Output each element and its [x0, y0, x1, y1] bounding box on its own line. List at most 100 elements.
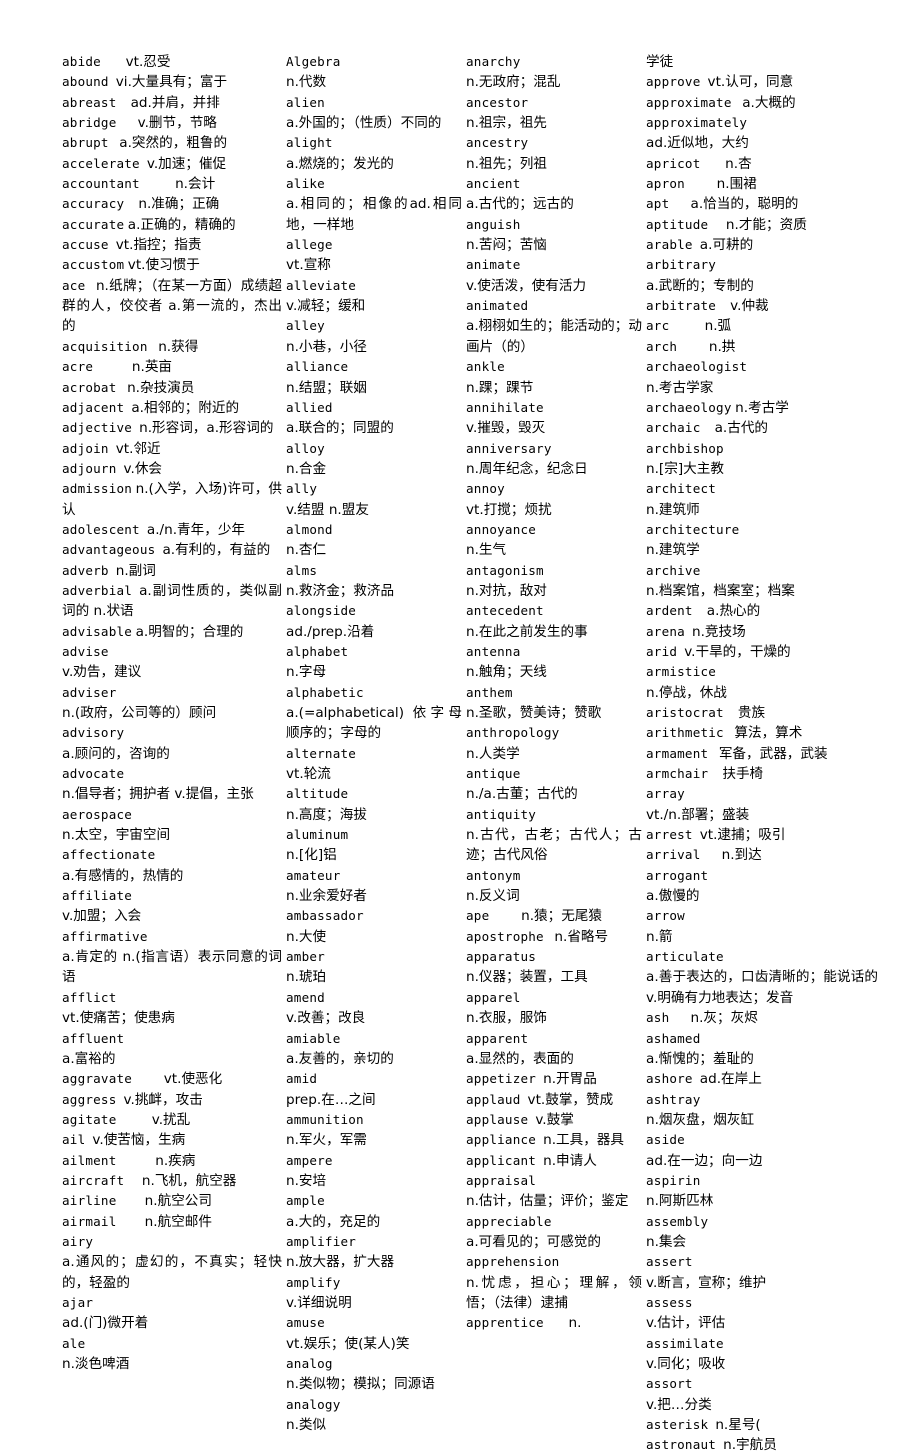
vocabulary-entry: abridge v.删节，节略: [62, 113, 282, 133]
vocabulary-entry: arid v.干旱的，干燥的: [646, 642, 878, 662]
entry-definition: ad.近似地，大约: [646, 135, 749, 152]
vocabulary-entry: allied: [286, 398, 462, 418]
vocabulary-entry: a.肯定的 n.(指言语）表示同意的词语: [62, 947, 282, 988]
entry-definition: ad.在一边；向一边: [646, 1152, 763, 1169]
entry-definition: n.太空，宇宙空间: [62, 827, 171, 844]
entry-spacer: [132, 1069, 164, 1089]
vocabulary-entry: affirmative: [62, 927, 282, 947]
entry-word: assembly: [646, 1213, 709, 1229]
entry-word: archaeologist: [646, 359, 748, 375]
vocabulary-entry: amuse: [286, 1313, 462, 1333]
vocabulary-entry: amiable: [286, 1029, 462, 1049]
entry-word: arbitrate: [646, 298, 717, 314]
entry-definition: n.估计，估量；评价；鉴定: [466, 1193, 629, 1210]
entry-word: alike: [286, 176, 325, 192]
vocabulary-entry: appreciable: [466, 1212, 642, 1232]
entry-definition: n.圣歌，赞美诗；赞歌: [466, 705, 602, 721]
entry-definition: n.竞技场: [691, 623, 746, 640]
entry-word: assert: [646, 1254, 693, 1270]
entry-definition: n.猿；无尾猿: [521, 908, 602, 925]
vocabulary-entry: amid: [286, 1069, 462, 1089]
entry-definition: n.类似: [286, 1417, 327, 1434]
entry-spacer: [700, 845, 721, 865]
vocabulary-entry: n.对抗，敌对: [466, 581, 642, 601]
entry-word: ancestor: [466, 94, 529, 110]
vocabulary-entry: ambassador: [286, 906, 462, 926]
vocabulary-entry: n.高度；海拔: [286, 805, 462, 825]
entry-word: apparatus: [466, 949, 537, 965]
vocabulary-entry: v.同化；吸收: [646, 1354, 878, 1374]
entry-word: adjoin: [62, 440, 109, 456]
vocabulary-entry: vt.使痛苦；使患病: [62, 1008, 282, 1028]
vocabulary-entry: n.踝；踝节: [466, 378, 642, 398]
entry-definition: a.有感情的，热情的: [62, 867, 184, 884]
entry-definition: n.大使: [286, 928, 327, 945]
vocabulary-entry: n.[化]铝: [286, 845, 462, 865]
vocabulary-entry: alms: [286, 561, 462, 581]
entry-definition: n.烟灰盘，烟灰缸: [646, 1111, 755, 1128]
entry-word: astronaut: [646, 1437, 717, 1453]
entry-definition: n.倡导者；拥护者 v.提倡，主张: [62, 786, 254, 803]
vocabulary-entry: aristocrat 贵族: [646, 703, 878, 723]
entry-definition: n.纸牌；（在某一方面）成绩超群的人，佼佼者 a.第一流的，杰出的: [62, 277, 282, 335]
entry-definition: a.外国的；（性质）不同的: [286, 115, 442, 132]
entry-word: ardent: [646, 603, 693, 619]
entry-definition: ad.并肩，并排: [130, 94, 220, 111]
vocabulary-entry: a.顾问的，咨询的: [62, 744, 282, 764]
vocabulary-entry: n.烟灰盘，烟灰缸: [646, 1110, 878, 1130]
entry-definition: a.相邻的；附近的: [131, 399, 240, 416]
vocabulary-entry: annoyance: [466, 520, 642, 540]
vocabulary-entry: v.减轻；缓和: [286, 296, 462, 316]
vocabulary-entry: assimilate: [646, 1334, 878, 1354]
entry-word: applaud: [466, 1091, 521, 1107]
vocabulary-entry: vt.娱乐；使(某人)笑: [286, 1334, 462, 1354]
vocabulary-entry: architecture: [646, 520, 878, 540]
entry-spacer: [116, 1212, 144, 1232]
entry-spacer: [685, 174, 717, 194]
entry-definition: n.杏: [725, 155, 752, 172]
entry-definition: a.有利的，有益的: [162, 542, 271, 559]
vocabulary-entry: n.淡色啤酒: [62, 1354, 282, 1374]
vocabulary-entry: affiliate: [62, 886, 282, 906]
entry-definition: n.琥珀: [286, 969, 327, 986]
vocabulary-entry: n.圣歌，赞美诗；赞歌: [466, 703, 642, 723]
entry-definition: a.傲慢的: [646, 888, 700, 905]
entry-spacer: [116, 459, 123, 479]
vocabulary-entry: aerospace: [62, 805, 282, 825]
vocabulary-entry: n.在此之前发生的事: [466, 622, 642, 642]
vocabulary-entry: n.代数: [286, 72, 462, 92]
vocabulary-entry: a.友善的，亲切的: [286, 1049, 462, 1069]
entry-word: apron: [646, 176, 685, 192]
entry-word: archive: [646, 562, 701, 578]
entry-word: ally: [286, 481, 318, 497]
entry-word: arrival: [646, 847, 701, 863]
entry-word: ancient: [466, 176, 521, 192]
vocabulary-entry: ashtray: [646, 1090, 878, 1110]
entry-definition: ad.(门)微开着: [62, 1315, 149, 1332]
vocabulary-entry: ammunition: [286, 1110, 462, 1130]
vocabulary-entry: anthropology: [466, 723, 642, 743]
entry-spacer: [116, 378, 127, 398]
vocabulary-entry: apprehension: [466, 1252, 642, 1272]
vocabulary-entry: alleviate: [286, 276, 462, 296]
entry-word: adverbial: [62, 582, 133, 598]
vocabulary-entry: analog: [286, 1354, 462, 1374]
vocabulary-entry: adjacent a.相邻的；附近的: [62, 398, 282, 418]
entry-word: applicant: [466, 1152, 537, 1168]
vocabulary-entry: n.建筑学: [646, 540, 878, 560]
vocabulary-entry: a.相同的；相像的ad.相同地，一样地: [286, 194, 462, 235]
vocabulary-entry: alphabetic: [286, 683, 462, 703]
entry-word: Algebra: [286, 54, 341, 69]
vocabulary-entry: a.(=alphabetical) 依字母顺序的；字母的: [286, 703, 462, 744]
entry-word: adjective: [62, 420, 133, 436]
vocabulary-entry: adjective n.形容词，a.形容词的: [62, 418, 282, 438]
vocabulary-entry: n.放大器，扩大器: [286, 1252, 462, 1272]
entry-word: alphabet: [286, 643, 349, 659]
vocabulary-entry: allege: [286, 235, 462, 255]
vocabulary-entry: aircraft n.飞机，航空器: [62, 1171, 282, 1191]
entry-definition: v.扰乱: [151, 1111, 191, 1128]
entry-definition: v.使苦恼，生病: [92, 1132, 186, 1149]
entry-word: archaeology: [646, 399, 732, 415]
vocabulary-entry: a.惭愧的；羞耻的: [646, 1049, 878, 1069]
entry-definition: a.(=alphabetical) 依字母顺序的；字母的: [286, 705, 462, 742]
